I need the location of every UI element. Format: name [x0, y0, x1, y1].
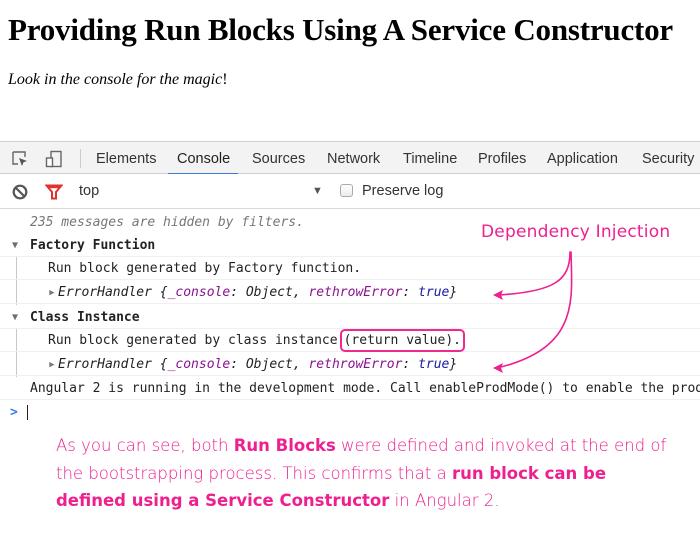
group-header-class-instance[interactable]: ▼ Class Instance	[0, 306, 700, 329]
tab-console[interactable]: Console	[167, 142, 239, 175]
console-message: Run block generated by class instance (re…	[0, 329, 700, 352]
dependency-injection-annotation: Dependency Injection	[481, 222, 671, 242]
tab-network[interactable]: Network	[327, 142, 380, 174]
devtools-tabbar: Elements Console Sources Network Timelin…	[0, 141, 700, 175]
tab-application[interactable]: Application	[547, 142, 618, 174]
angular-dev-mode-message: Angular 2 is running in the development …	[0, 377, 700, 400]
intro-exclamation: !	[222, 71, 228, 88]
expand-object-icon[interactable]: ▶	[46, 282, 58, 305]
console-message: Run block generated by Factory function.	[0, 257, 700, 280]
page-title: Providing Run Blocks Using A Service Con…	[8, 12, 673, 47]
filter-icon[interactable]	[44, 183, 64, 201]
explanation-note: As you can see, both Run Blocks were def…	[56, 436, 667, 510]
return-value-highlight: (return value).	[339, 329, 465, 352]
tab-security[interactable]: Security	[642, 142, 694, 174]
console-object-row[interactable]: ▶ ErrorHandler {_console: Object, rethrow…	[0, 281, 700, 304]
preserve-log-checkbox[interactable]	[340, 184, 353, 197]
context-dropdown-icon[interactable]: ▼	[312, 185, 323, 197]
console-filterbar: top ▼ Preserve log	[0, 174, 700, 209]
intro-emphasis: Look in the console for the magic	[8, 71, 223, 88]
intro-text: Look in the console for the magic!	[8, 71, 228, 89]
tab-timeline[interactable]: Timeline	[403, 142, 457, 174]
toolbar-separator	[80, 149, 81, 168]
text-cursor	[26, 405, 28, 420]
inspect-element-icon[interactable]	[11, 150, 29, 168]
console-object-row[interactable]: ▶ ErrorHandler {_console: Object, rethrow…	[0, 353, 700, 376]
expand-object-icon[interactable]: ▶	[46, 354, 58, 377]
expand-triangle-icon[interactable]: ▼	[8, 306, 22, 329]
console-prompt[interactable]: >	[0, 401, 700, 424]
tab-profiles[interactable]: Profiles	[478, 142, 526, 174]
device-mode-icon[interactable]	[45, 150, 63, 168]
preserve-log-label[interactable]: Preserve log	[362, 183, 443, 199]
tab-sources[interactable]: Sources	[252, 142, 305, 174]
clear-console-icon[interactable]	[11, 183, 29, 201]
prompt-chevron-icon: >	[10, 405, 18, 420]
expand-triangle-icon[interactable]: ▼	[8, 234, 22, 257]
tab-elements[interactable]: Elements	[96, 142, 156, 174]
context-selector[interactable]: top	[79, 183, 99, 199]
